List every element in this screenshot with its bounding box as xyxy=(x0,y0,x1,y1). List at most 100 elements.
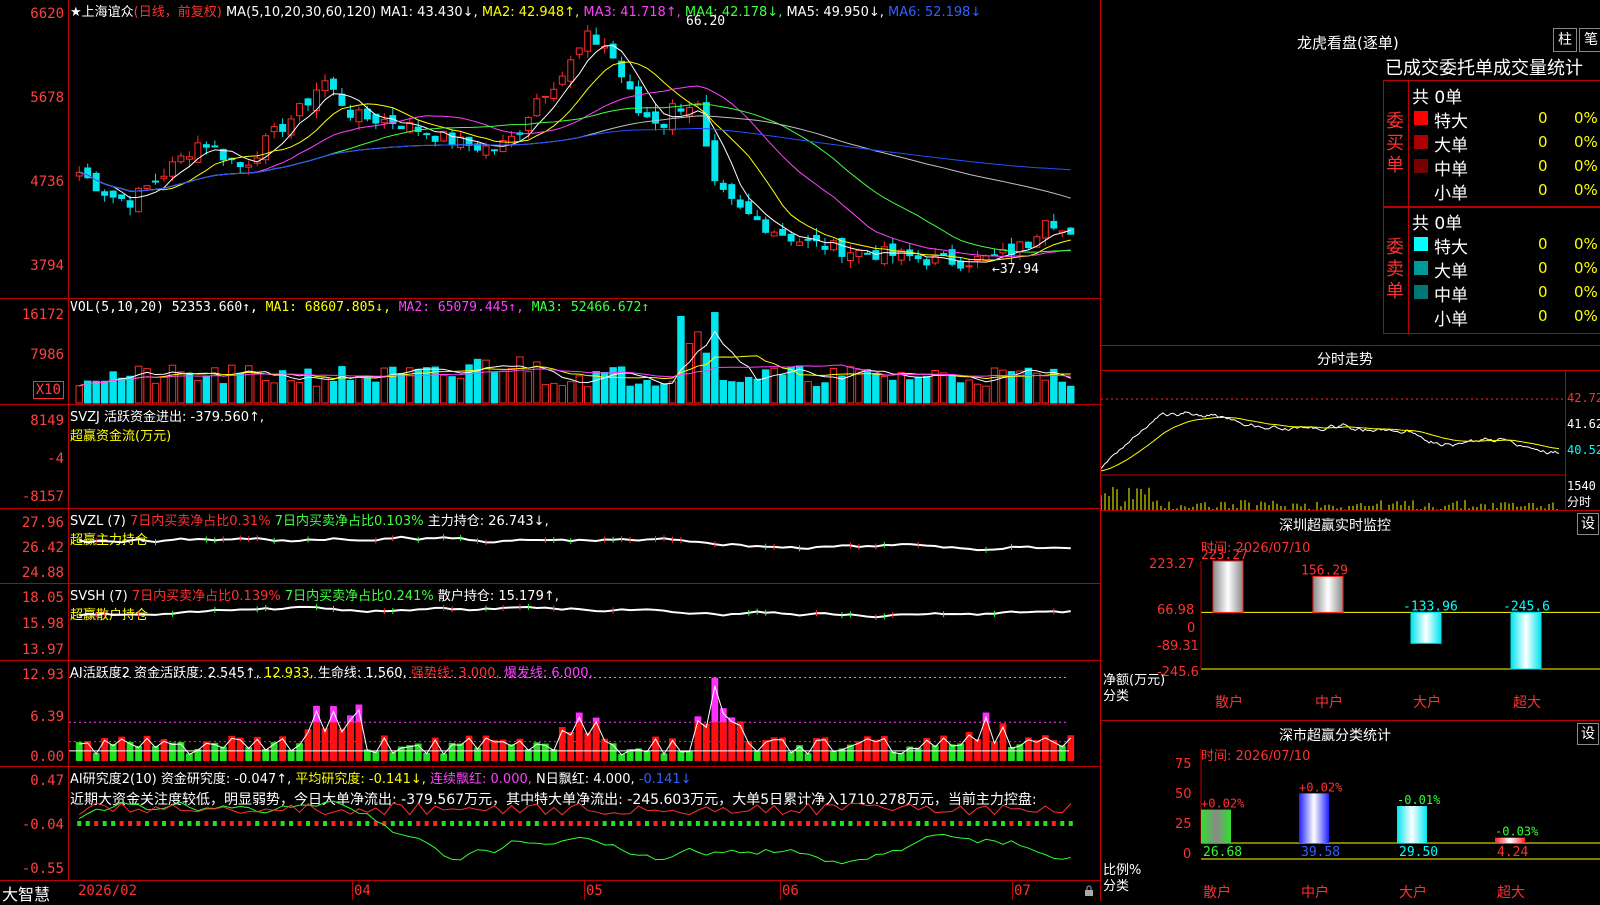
fund-flow-bar xyxy=(382,457,386,489)
volume-panel[interactable]: 16172 7986 X10 VOL(5,10,20) 52353.660↑, … xyxy=(0,298,1100,405)
fund-flow-bar xyxy=(577,457,581,462)
research-bar xyxy=(1051,821,1056,826)
activity-bar xyxy=(1008,746,1015,761)
fund-flow-bar xyxy=(535,450,539,457)
research-bar xyxy=(1017,821,1022,826)
activity-bar xyxy=(914,747,922,761)
research-bar xyxy=(941,821,946,826)
classify-bar-chart[interactable]: +0.02% 26.68 散户 +0.02% 39.58 中户 -0.01% 29.50 大户 -… xyxy=(1101,721,1600,901)
activity-chart[interactable] xyxy=(69,661,1100,767)
fund-flow-bar xyxy=(1018,457,1022,459)
svzj-panel[interactable]: 8149 -4 -8157 SVZJ 活跃资金进出: -379.560↑, 超赢… xyxy=(0,404,1100,509)
volume-bar xyxy=(668,380,677,404)
ai-activity-label: 0.00 xyxy=(30,749,64,765)
fund-flow-bar xyxy=(467,457,471,459)
change-label: +0.02% xyxy=(1201,797,1245,811)
order-size-label: 特大 xyxy=(1434,238,1468,258)
research-bar xyxy=(628,821,633,826)
sell-total: 共 0单 xyxy=(1412,214,1463,234)
fund-flow-bar xyxy=(340,457,344,459)
volume-unit: X10 xyxy=(32,381,64,399)
research-bar xyxy=(331,821,336,826)
research-bar xyxy=(85,821,90,826)
fund-flow-bar xyxy=(1001,457,1005,463)
candle-body xyxy=(118,194,126,199)
intraday-price-label: 42.72 xyxy=(1567,391,1600,405)
volume-bar xyxy=(575,375,583,404)
bar-value-label: 26.68 xyxy=(1203,845,1242,860)
ai-research-panel[interactable]: 0.47 -0.04 -0.55 AI研究度2(10) 资金研究度: -0.04… xyxy=(0,766,1100,881)
fund-flow-bar xyxy=(781,455,785,458)
ai-research-axis: 0.47 -0.04 -0.55 xyxy=(0,767,69,881)
research-bar xyxy=(1034,821,1039,826)
candle-body xyxy=(804,238,812,241)
intraday-price-label: 40.52 xyxy=(1567,443,1600,457)
classify-panel[interactable]: 深市超赢分类统计 设 时间: 2026/07/10 75 50 25 0 比例%… xyxy=(1100,720,1600,901)
candle-body xyxy=(762,219,770,233)
research-bar xyxy=(721,821,726,826)
candle-body xyxy=(567,59,575,82)
volume-bar xyxy=(236,372,244,404)
monitor-panel[interactable]: 深圳超赢实时监控 设 时间: 2026/07/10 223.27 66.98 0… xyxy=(1100,510,1600,721)
research-bar xyxy=(314,821,319,826)
volume-bar xyxy=(626,385,634,404)
change-label: +0.02% xyxy=(1299,780,1343,794)
research-chart[interactable] xyxy=(69,767,1100,881)
svsh-panel[interactable]: 18.05 15.98 13.97 SVSH (7) 7日内买卖净占比0.139… xyxy=(0,583,1100,661)
candle-body xyxy=(914,255,922,260)
volume-label: 7986 xyxy=(30,347,64,363)
change-label: -0.01% xyxy=(1397,793,1441,807)
retail-holding-chart[interactable] xyxy=(69,584,1100,661)
price-label: 6620 xyxy=(30,6,64,22)
volume-bar xyxy=(194,379,202,404)
ai-activity-panel[interactable]: 12.93 6.39 0.00 AI活跃度2 资金活跃度: 2.545↑, 12… xyxy=(0,660,1100,767)
fund-flow-bar xyxy=(840,455,844,458)
main-price-panel[interactable]: 6620 5678 4736 3794 ★上海谊众(日线，前复权) MA(5,1… xyxy=(0,0,1100,298)
bar-value-label: 4.24 xyxy=(1497,845,1528,860)
candlestick-chart[interactable] xyxy=(69,0,1100,298)
research-bar xyxy=(128,821,133,826)
volume-bar xyxy=(287,380,295,404)
svzl-panel[interactable]: 27.96 26.42 24.88 SVZL (7) 7日内买卖净占比0.31%… xyxy=(0,508,1100,584)
volume-bar xyxy=(75,385,83,404)
volume-bar xyxy=(567,381,575,404)
monitor-bar-chart[interactable]: 223.27 散户 156.29 中户 -133.96 大户 -245.6 超大 xyxy=(1101,511,1600,721)
fund-flow-bar xyxy=(654,454,658,457)
fund-flow-bar xyxy=(925,457,929,459)
volume-label: 16172 xyxy=(21,307,64,323)
volume-bar xyxy=(761,369,770,404)
fund-flow-chart[interactable] xyxy=(69,405,1100,509)
fund-flow-bar xyxy=(586,455,590,458)
research-line xyxy=(78,800,1071,865)
activity-bar xyxy=(169,742,176,761)
research-bar xyxy=(814,821,819,826)
volume-bar xyxy=(346,379,355,404)
volume-bar xyxy=(448,376,456,404)
candle-body xyxy=(796,241,804,246)
candle-body xyxy=(363,108,371,120)
volume-bar xyxy=(643,379,651,404)
color-swatch xyxy=(1414,111,1428,125)
volume-bar xyxy=(829,367,838,404)
volume-bar xyxy=(482,359,490,404)
lock-icon[interactable] xyxy=(1084,885,1094,897)
order-count: 0 xyxy=(1538,259,1548,277)
intraday-chart[interactable] xyxy=(1101,371,1565,510)
ma-line xyxy=(79,45,1071,263)
order-count: 0 xyxy=(1538,235,1548,253)
activity-bar xyxy=(338,728,346,761)
research-bar xyxy=(187,821,192,826)
research-bar xyxy=(602,821,607,826)
main-holding-chart[interactable] xyxy=(69,509,1100,584)
activity-bar xyxy=(270,742,278,761)
volume-chart[interactable] xyxy=(69,299,1100,405)
volume-bar xyxy=(719,379,728,404)
research-bar xyxy=(280,821,285,826)
intraday-panel[interactable]: 分时走势 42.72 41.62 40.52 1540 分时 xyxy=(1100,345,1600,510)
fund-flow-bar xyxy=(908,457,912,462)
tick-mode-button[interactable]: 笔 xyxy=(1579,28,1600,52)
category-label: 超大 xyxy=(1513,695,1541,711)
ai-activity-axis: 12.93 6.39 0.00 xyxy=(0,661,69,767)
research-bar xyxy=(450,821,455,826)
bar-mode-button[interactable]: 柱 xyxy=(1553,28,1577,52)
